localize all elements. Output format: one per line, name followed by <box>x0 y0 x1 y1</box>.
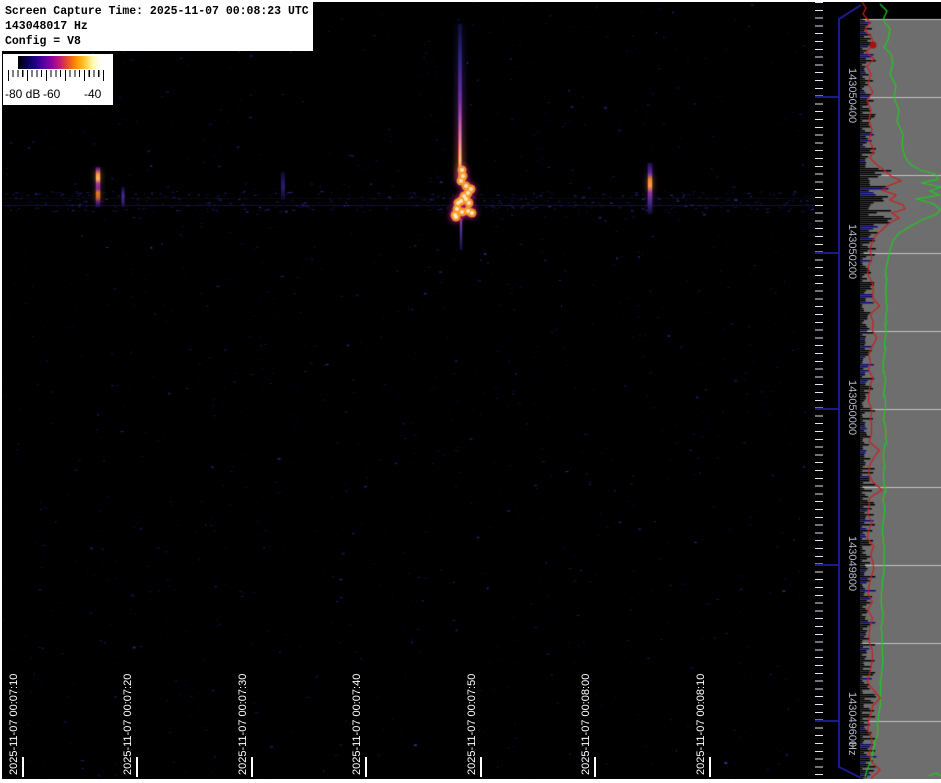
time-label: 2025-11-07 00:07:50 <box>466 674 479 775</box>
center-frequency-label: 143048017 Hz <box>5 19 310 34</box>
frequency-major-tick <box>815 408 839 410</box>
frequency-label: 143049600 <box>845 692 858 747</box>
colorbar-label-minus40db: -40 <box>84 87 101 101</box>
time-tick <box>709 757 711 777</box>
frequency-label: 143050400 <box>845 68 858 123</box>
time-tick <box>594 757 596 777</box>
spectrum-panel-display[interactable] <box>860 2 941 779</box>
time-tick <box>365 757 367 777</box>
frequency-label: 143050000 <box>845 380 858 435</box>
time-label: 2025-11-07 00:08:00 <box>580 674 593 775</box>
colorbar-label-minus60db: -60 <box>43 87 60 101</box>
border-left <box>0 0 2 783</box>
capture-info-box: Screen Capture Time: 2025-11-07 00:08:23… <box>2 2 313 51</box>
colorbar-gradient <box>18 56 101 69</box>
colorbar-label-minus80db: -80 dB <box>5 87 40 101</box>
border-bottom <box>0 779 941 783</box>
frequency-major-tick <box>815 720 839 722</box>
frequency-major-tick <box>815 96 839 98</box>
spectrogram-screen-capture: 143050400 143050200 143050000 143049800 1430… <box>0 0 941 783</box>
frequency-unit-label: Hz <box>845 742 858 755</box>
db-colorbar-legend: -80 dB -60 -40 <box>3 54 113 105</box>
time-tick <box>480 757 482 777</box>
frequency-minor-ticks <box>815 2 823 775</box>
capture-time-label: Screen Capture Time: 2025-11-07 00:08:23… <box>5 4 310 19</box>
frequency-major-tick <box>815 252 839 254</box>
frequency-axis-spine <box>838 18 840 768</box>
frequency-label: 143049800 <box>845 536 858 591</box>
time-label: 2025-11-07 00:07:30 <box>237 674 250 775</box>
config-label: Config = V8 <box>5 34 310 49</box>
time-tick <box>251 757 253 777</box>
time-label: 2025-11-07 00:07:40 <box>351 674 364 775</box>
time-label: 2025-11-07 00:08:10 <box>695 674 708 775</box>
time-label: 2025-11-07 00:07:20 <box>122 674 135 775</box>
frequency-label: 143050200 <box>845 224 858 279</box>
colorbar-major-ticks <box>8 70 104 81</box>
waterfall-spectrogram-display[interactable] <box>2 2 815 779</box>
border-top <box>0 0 941 2</box>
frequency-major-tick <box>815 564 839 566</box>
time-label: 2025-11-07 00:07:10 <box>8 674 21 775</box>
time-tick <box>22 757 24 777</box>
time-tick <box>136 757 138 777</box>
